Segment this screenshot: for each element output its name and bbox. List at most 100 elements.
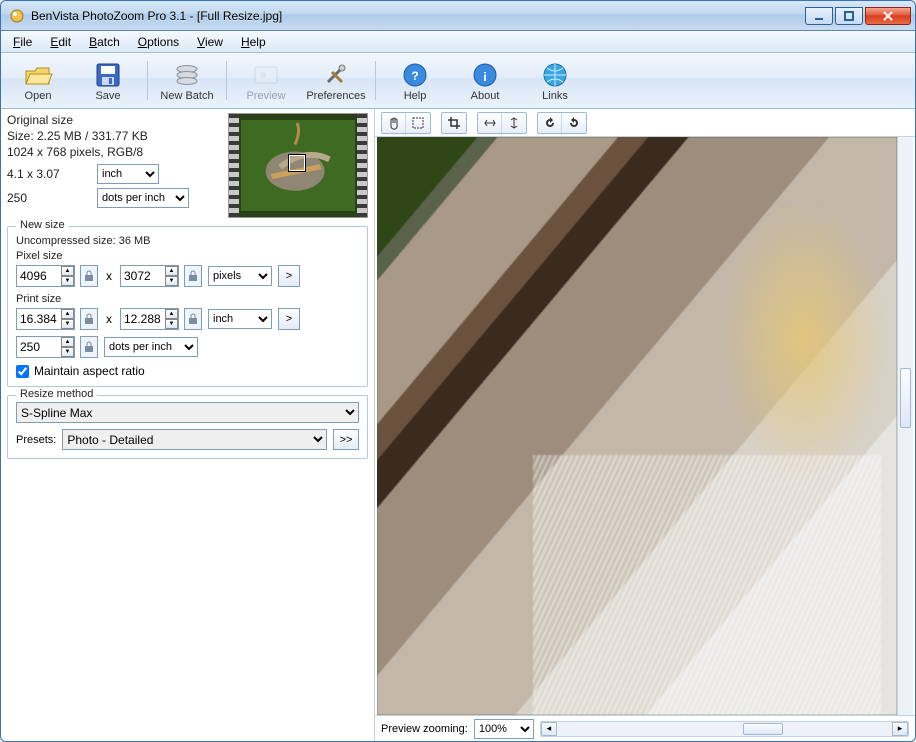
- menu-batch[interactable]: Batch: [81, 33, 128, 51]
- rotate-left-button[interactable]: [538, 113, 562, 133]
- preferences-button[interactable]: Preferences: [302, 56, 370, 105]
- titlebar[interactable]: BenVista PhotoZoom Pro 3.1 - [Full Resiz…: [1, 1, 915, 31]
- links-button[interactable]: Links: [521, 56, 589, 105]
- lock-print-width-icon[interactable]: [80, 308, 98, 330]
- close-button[interactable]: [865, 7, 911, 25]
- pixel-unit-select[interactable]: pixels: [208, 266, 272, 286]
- menu-view[interactable]: View: [189, 33, 231, 51]
- menu-file-label: ile: [20, 35, 32, 49]
- scroll-left-button[interactable]: ◂: [541, 722, 557, 736]
- lock-height-icon[interactable]: [184, 265, 202, 287]
- maximize-button[interactable]: [835, 7, 863, 25]
- aspect-ratio-label: Maintain aspect ratio: [34, 364, 145, 378]
- vertical-scrollbar[interactable]: [897, 137, 913, 715]
- marquee-tool-button[interactable]: [406, 113, 430, 133]
- preview-button[interactable]: Preview: [232, 56, 300, 105]
- batch-stack-icon: [172, 61, 202, 89]
- spin-up[interactable]: ▲: [165, 266, 178, 276]
- preferences-label: Preferences: [306, 90, 365, 102]
- crop-tool-button[interactable]: [442, 113, 466, 133]
- save-label: Save: [95, 90, 120, 102]
- pixel-go-button[interactable]: >: [278, 265, 300, 287]
- window-title: BenVista PhotoZoom Pro 3.1 - [Full Resiz…: [31, 9, 805, 23]
- zoom-select[interactable]: 100%: [474, 719, 534, 739]
- spin-up[interactable]: ▲: [61, 266, 74, 276]
- lock-resolution-icon[interactable]: [80, 336, 98, 358]
- spin-up[interactable]: ▲: [61, 337, 74, 347]
- aspect-ratio-checkbox[interactable]: Maintain aspect ratio: [16, 364, 359, 378]
- new-size-legend: New size: [16, 219, 69, 231]
- spin-down[interactable]: ▼: [61, 347, 74, 357]
- menu-edit-label: dit: [58, 35, 71, 49]
- about-button[interactable]: i About: [451, 56, 519, 105]
- original-pixels: 1024 x 768 pixels, RGB/8: [7, 145, 224, 160]
- print-width-input[interactable]: ▲▼: [16, 308, 75, 330]
- vertical-scroll-thumb[interactable]: [900, 368, 911, 428]
- presets-select[interactable]: Photo - Detailed: [62, 429, 327, 450]
- help-button[interactable]: ? Help: [381, 56, 449, 105]
- save-button[interactable]: Save: [74, 56, 142, 105]
- uncompressed-size: Uncompressed size: 36 MB: [16, 235, 359, 247]
- menu-file[interactable]: File: [5, 33, 40, 51]
- crop-icon: [447, 116, 461, 130]
- menu-help[interactable]: Help: [233, 33, 274, 51]
- horizontal-scroll-thumb[interactable]: [743, 723, 783, 735]
- toolbar-separator: [226, 61, 227, 100]
- scroll-right-button[interactable]: ▸: [892, 722, 908, 736]
- preview-icon: [251, 61, 281, 89]
- filmstrip-right: [357, 114, 367, 217]
- about-label: About: [471, 90, 500, 102]
- spin-down[interactable]: ▼: [165, 276, 178, 286]
- resize-method-group: Resize method S-Spline Max Presets: Phot…: [7, 395, 368, 459]
- rotate-right-button[interactable]: [562, 113, 586, 133]
- toolbar-separator: [147, 61, 148, 100]
- links-label: Links: [542, 90, 568, 102]
- lock-print-height-icon[interactable]: [184, 308, 202, 330]
- print-unit-select[interactable]: inch: [208, 309, 272, 329]
- new-batch-label: New Batch: [160, 90, 213, 102]
- original-dpi-value: 250: [7, 191, 97, 206]
- preview-toolbar: [375, 109, 915, 137]
- pixel-height-input[interactable]: ▲▼: [120, 265, 179, 287]
- menu-options[interactable]: Options: [130, 33, 187, 51]
- resolution-input[interactable]: ▲▼: [16, 336, 75, 358]
- flip-horizontal-button[interactable]: [478, 113, 502, 133]
- new-batch-button[interactable]: New Batch: [153, 56, 221, 105]
- lock-width-icon[interactable]: [80, 265, 98, 287]
- pixel-width-input[interactable]: ▲▼: [16, 265, 75, 287]
- info-icon: i: [470, 61, 500, 89]
- spin-down[interactable]: ▼: [61, 276, 74, 286]
- spin-up[interactable]: ▲: [61, 309, 74, 319]
- app-window: BenVista PhotoZoom Pro 3.1 - [Full Resiz…: [0, 0, 916, 742]
- left-panel: Original size Size: 2.25 MB / 331.77 KB …: [1, 109, 375, 741]
- print-go-button[interactable]: >: [278, 308, 300, 330]
- resolution-unit-select[interactable]: dots per inch: [104, 337, 198, 357]
- preview-viewport[interactable]: [377, 137, 913, 715]
- tools-icon: [321, 61, 351, 89]
- aspect-ratio-input[interactable]: [16, 365, 29, 378]
- minimize-button[interactable]: [805, 7, 833, 25]
- menu-batch-label: atch: [97, 35, 120, 49]
- menu-options-label: ptions: [147, 35, 179, 49]
- filmstrip-left: [229, 114, 239, 217]
- horizontal-scrollbar[interactable]: ◂ ▸: [540, 721, 909, 737]
- open-button[interactable]: Open: [4, 56, 72, 105]
- times-label: x: [106, 269, 112, 283]
- spin-up[interactable]: ▲: [165, 309, 178, 319]
- zoom-label: Preview zooming:: [381, 723, 468, 735]
- menu-view-label: iew: [205, 35, 223, 49]
- thumbnail-viewport-indicator[interactable]: [289, 155, 305, 171]
- resize-method-select[interactable]: S-Spline Max: [16, 402, 359, 423]
- flip-vertical-button[interactable]: [502, 113, 526, 133]
- flip-horizontal-icon: [483, 116, 497, 130]
- right-panel: Preview zooming: 100% ◂ ▸: [375, 109, 915, 741]
- presets-more-button[interactable]: >>: [333, 429, 359, 450]
- thumbnail-navigator[interactable]: [228, 113, 368, 218]
- print-height-input[interactable]: ▲▼: [120, 308, 179, 330]
- original-dpi-unit-select[interactable]: dots per inch: [97, 188, 189, 208]
- original-unit-select[interactable]: inch: [97, 164, 159, 184]
- menu-edit[interactable]: Edit: [42, 33, 79, 51]
- hand-tool-button[interactable]: [382, 113, 406, 133]
- spin-down[interactable]: ▼: [165, 319, 178, 329]
- spin-down[interactable]: ▼: [61, 319, 74, 329]
